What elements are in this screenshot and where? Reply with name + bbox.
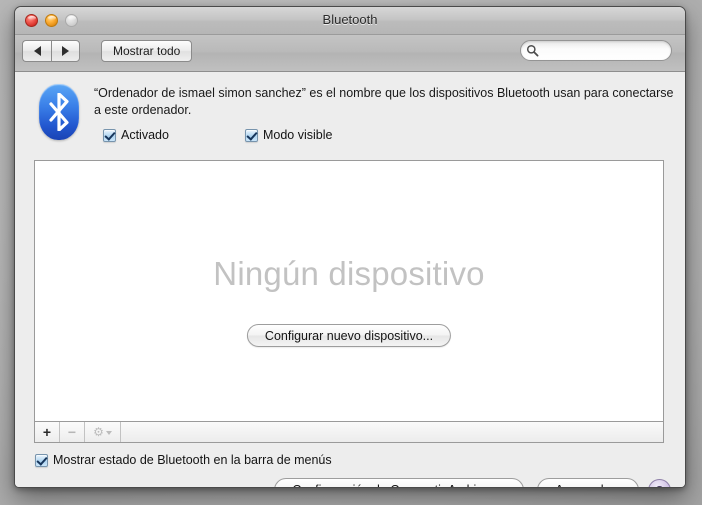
- bluetooth-icon: [39, 84, 79, 140]
- help-button[interactable]: ?: [648, 478, 671, 488]
- chevron-down-icon: [105, 431, 112, 435]
- empty-device-message: Ningún dispositivo: [213, 255, 485, 292]
- search-input[interactable]: [542, 43, 660, 58]
- enabled-checkbox-label: Activado: [121, 128, 169, 142]
- add-device-button[interactable]: +: [35, 422, 60, 442]
- action-gear-button: ⚙: [85, 422, 121, 442]
- desktop-background: Bluetooth Mostrar todo “Ordenador de ism…: [0, 0, 702, 505]
- help-label: ?: [656, 483, 664, 488]
- advanced-button[interactable]: Avanzado...: [537, 478, 639, 487]
- remove-device-button: −: [60, 422, 85, 442]
- menubar-status-checkbox-item[interactable]: Mostrar estado de Bluetooth en la barra …: [35, 453, 332, 467]
- search-icon: [526, 44, 539, 57]
- discoverable-checkbox[interactable]: [244, 128, 258, 142]
- chevron-left-icon: [33, 46, 41, 56]
- file-sharing-setup-label: Configuración de Compartir Archivos...: [292, 483, 506, 487]
- device-name-description: “Ordenador de ismael simon sanchez” es e…: [94, 86, 674, 117]
- navigation-segmented-control: [22, 40, 80, 62]
- gear-icon: ⚙: [93, 425, 104, 439]
- discoverable-checkbox-label: Modo visible: [262, 128, 333, 142]
- bluetooth-preferences-window: Bluetooth Mostrar todo “Ordenador de ism…: [14, 6, 686, 488]
- remove-device-label: −: [67, 424, 77, 440]
- enabled-checkbox[interactable]: [103, 128, 116, 142]
- menubar-status-label: Mostrar estado de Bluetooth en la barra …: [53, 453, 332, 467]
- menubar-status-checkbox[interactable]: [35, 453, 48, 467]
- show-all-label: Mostrar todo: [113, 44, 181, 58]
- device-list-footer: + − ⚙: [34, 422, 664, 443]
- footer-button-row: Configuración de Compartir Archivos... A…: [274, 478, 671, 488]
- bluetooth-rune-icon: [49, 93, 69, 131]
- window-title: Bluetooth: [322, 12, 378, 27]
- window-titlebar: Bluetooth: [15, 7, 685, 35]
- enabled-checkbox-item[interactable]: Activado: [103, 128, 169, 142]
- add-device-label: +: [42, 424, 52, 440]
- bluetooth-options-row: Activado Modo visible: [103, 128, 332, 142]
- forward-button[interactable]: [51, 40, 80, 62]
- setup-new-device-label: Configurar nuevo dispositivo...: [264, 328, 434, 343]
- preferences-toolbar: Mostrar todo: [15, 35, 685, 72]
- advanced-label: Avanzado...: [555, 483, 621, 487]
- back-button[interactable]: [22, 40, 51, 62]
- discoverable-checkbox-item[interactable]: Modo visible: [244, 128, 333, 142]
- chevron-right-icon: [62, 46, 69, 56]
- device-list[interactable]: Ningún dispositivo Configurar nuevo disp…: [34, 160, 664, 422]
- show-all-button[interactable]: Mostrar todo: [101, 40, 193, 62]
- preferences-content: “Ordenador de ismael simon sanchez” es e…: [15, 72, 685, 488]
- file-sharing-setup-button[interactable]: Configuración de Compartir Archivos...: [274, 478, 525, 487]
- search-field[interactable]: [520, 40, 672, 61]
- setup-new-device-button[interactable]: Configurar nuevo dispositivo...: [246, 324, 452, 347]
